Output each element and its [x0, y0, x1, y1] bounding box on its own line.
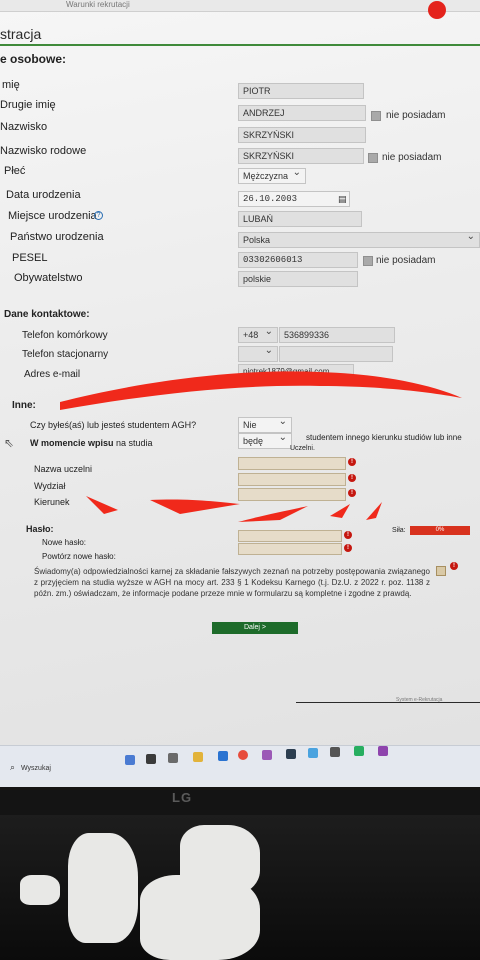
new-password-label: Nowe hasło:: [42, 538, 87, 547]
chrome-icon[interactable]: [238, 750, 248, 760]
repeat-password-field[interactable]: [238, 543, 342, 555]
password-heading: Hasło:: [26, 524, 54, 534]
enrollment-select[interactable]: będę: [238, 433, 292, 449]
university-label: Nazwa uczelni: [34, 464, 93, 474]
university-error-icon: !: [348, 458, 356, 466]
pesel-none-checkbox[interactable]: [363, 256, 373, 266]
family-name-none-checkbox[interactable]: [368, 153, 378, 163]
major-label: Kierunek: [34, 497, 70, 507]
app-icon-3[interactable]: [168, 753, 178, 763]
surname-field[interactable]: SKRZYŃSKI: [238, 127, 366, 143]
citizenship-field[interactable]: polskie: [238, 271, 358, 287]
app-icon-12[interactable]: [378, 746, 388, 756]
strength-label: Siła:: [392, 527, 406, 534]
citizenship-label: Obywatelstwo: [14, 272, 83, 284]
second-name-field[interactable]: ANDRZEJ: [238, 105, 366, 121]
taskbar-search[interactable]: ⌕ Wyszukaj: [10, 762, 120, 776]
family-name-none-label: nie posiadam: [382, 152, 442, 163]
birth-date-field[interactable]: 26.10.2003: [238, 191, 350, 207]
sex-select[interactable]: Mężczyzna: [238, 168, 306, 184]
family-name-label: Nazwisko rodowe: [0, 145, 87, 157]
next-button[interactable]: Dalej >: [212, 622, 298, 634]
enrollment-suffix-2: Uczelni.: [290, 445, 315, 452]
birth-country-label: Państwo urodzenia: [10, 231, 104, 243]
personal-heading: e osobowe:: [0, 52, 67, 66]
second-name-label: Drugie imię: [0, 99, 56, 111]
family-name-field[interactable]: SKRZYŃSKI: [238, 148, 364, 164]
landline-label: Telefon stacjonarny: [22, 349, 109, 360]
red-dot-icon: [428, 1, 446, 19]
app-icon-1[interactable]: [125, 755, 135, 765]
tissue-4: [20, 875, 60, 905]
monitor-logo: LG: [172, 790, 193, 805]
declaration-text: Świadomy(a) odpowiedzialności karnej za …: [34, 567, 430, 598]
major-error-icon: !: [348, 489, 356, 497]
enrollment-suffix: studentem innego kierunku studiów lub in…: [306, 433, 462, 442]
birth-country-select[interactable]: Polska: [238, 232, 480, 248]
landline-field[interactable]: [279, 346, 393, 362]
email-label: Adres e-mail: [24, 369, 81, 380]
app-icon-2[interactable]: [146, 754, 156, 764]
pesel-none-label: nie posiadam: [376, 255, 436, 266]
faculty-field[interactable]: [238, 473, 346, 486]
app-icon-5[interactable]: [218, 751, 228, 761]
was-student-select[interactable]: Nie: [238, 417, 292, 433]
footer-divider: [296, 702, 480, 703]
birth-place-label: Miejsce urodzenia: [8, 210, 97, 222]
page-title: stracja: [0, 26, 42, 42]
title-divider: [0, 44, 480, 46]
surname-label: Nazwisko: [0, 121, 48, 133]
app-icon-7[interactable]: [262, 750, 272, 760]
taskbar: ⌕ Wyszukaj: [0, 745, 480, 787]
new-password-error-icon: !: [344, 531, 352, 539]
tissue-1: [68, 833, 138, 943]
app-icon-11[interactable]: [354, 746, 364, 756]
first-name-field[interactable]: PIOTR: [238, 83, 364, 99]
mobile-label: Telefon komórkowy: [22, 330, 108, 341]
browser-tab-bar: Warunki rekrutacji: [0, 0, 480, 12]
second-name-none-checkbox[interactable]: [371, 111, 381, 121]
help-icon[interactable]: ?: [94, 211, 103, 220]
desk-area: [0, 815, 480, 960]
steam-icon[interactable]: [286, 749, 296, 759]
app-icon-9[interactable]: [308, 748, 318, 758]
folder-icon[interactable]: [193, 752, 203, 762]
sex-label: Płeć: [4, 165, 26, 177]
mobile-field[interactable]: 536899336: [279, 327, 395, 343]
enrollment-label-bold: W momencie wpisu: [30, 438, 114, 448]
footer-link[interactable]: System e-Rekrutacja: [396, 697, 442, 703]
search-icon: ⌕: [10, 762, 16, 772]
enrollment-label-rest: na studia: [116, 438, 153, 448]
birth-place-field[interactable]: LUBAŃ: [238, 211, 362, 227]
new-password-field[interactable]: [238, 530, 342, 542]
repeat-password-error-icon: !: [344, 544, 352, 552]
browser-screen: Warunki rekrutacji stracja e osobowe: mi…: [0, 0, 480, 745]
mouse-cursor-icon: ⇖: [4, 436, 15, 450]
calendar-icon[interactable]: ▤: [338, 194, 347, 205]
pesel-label: PESEL: [12, 252, 48, 264]
mobile-prefix-select[interactable]: +48: [238, 327, 278, 343]
app-icon-10[interactable]: [330, 747, 340, 757]
faculty-label: Wydział: [34, 481, 66, 491]
landline-prefix-select[interactable]: [238, 346, 278, 362]
repeat-password-label: Powtórz nowe hasło:: [42, 552, 116, 561]
birth-date-label: Data urodzenia: [6, 189, 81, 201]
university-field[interactable]: [238, 457, 346, 470]
password-strength-meter: 0%: [410, 526, 470, 535]
faculty-error-icon: !: [348, 474, 356, 482]
taskbar-search-label: Wyszukaj: [21, 765, 51, 772]
declaration-checkbox[interactable]: [436, 566, 446, 576]
browser-tab[interactable]: Warunki rekrutacji: [66, 0, 130, 9]
major-field[interactable]: [238, 488, 346, 501]
tissue-3: [140, 875, 260, 960]
contact-heading: Dane kontaktowe:: [4, 309, 90, 320]
was-student-label: Czy byłeś(aś) lub jesteś studentem AGH?: [30, 420, 197, 430]
declaration-error-icon: !: [450, 562, 458, 570]
second-name-none-label: nie posiadam: [386, 110, 446, 121]
first-name-label: mię: [2, 79, 20, 91]
other-heading: Inne:: [12, 400, 36, 411]
email-field[interactable]: piotrek1879@gmail.com: [238, 364, 354, 380]
enrollment-label: W momencie wpisu na studia: [30, 438, 153, 448]
pesel-field[interactable]: 03302606013: [238, 252, 358, 268]
